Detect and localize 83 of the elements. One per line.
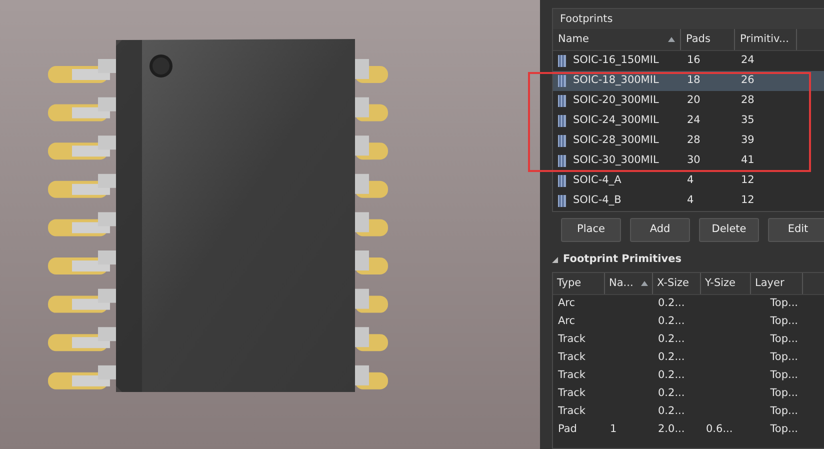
footprint-row[interactable]: SOIC-4_A 4 12 [553,171,824,191]
footprint-row[interactable]: SOIC-20_300MIL 20 28 [553,91,824,111]
table-cell: 0.2... [658,297,685,310]
primitives-count: 28 [740,93,756,108]
column-header[interactable]: X-Size [653,273,701,294]
footprint-icon [557,75,567,87]
table-cell: Track [558,351,586,364]
footprint-icon [557,115,567,127]
action-button[interactable]: Delete [699,218,759,242]
table-cell: Top... [770,387,798,400]
footprint-row[interactable]: SOIC-18_300MIL 18 26 [553,71,824,91]
table-cell: 0.2... [658,351,685,364]
table-cell: Top... [770,369,798,382]
footprint-icon [557,155,567,167]
footprint-name: SOIC-4_A [573,173,622,188]
section-title: Footprint Primitives [563,252,682,268]
table-cell: Arc [558,315,576,328]
pads-count: 20 [686,93,702,108]
footprint-name: SOIC-16_150MIL [573,53,659,68]
footprint-row[interactable]: SOIC-16_150MIL 16 24 [553,51,824,71]
pads-count: 28 [686,133,702,148]
table-cell: Top... [770,351,798,364]
footprint-icon [557,55,567,67]
table-cell: Track [558,333,586,346]
primitives-count: 26 [740,73,756,88]
primitives-count: 12 [740,193,756,208]
table-cell: Track [558,405,586,418]
table-cell: 2.0... [658,423,685,436]
column-header[interactable]: Primitiv... [735,29,797,50]
action-button[interactable]: Edit [768,218,824,242]
table-cell: 0.2... [658,333,685,346]
footprint-row[interactable]: SOIC-24_300MIL 24 35 [553,111,824,131]
table-cell: Track [558,369,586,382]
column-header[interactable]: Na... [605,273,653,294]
primitives-count: 41 [740,153,756,168]
footprint-row[interactable]: SOIC-4_B 4 12 [553,191,824,211]
column-header[interactable]: Y-Size [701,273,751,294]
pads-count: 4 [686,173,695,188]
footprint-row[interactable]: SOIC-28_300MIL 28 39 [553,131,824,151]
footprint-name: SOIC-24_300MIL [573,113,659,128]
primitives-count: 12 [740,173,756,188]
table-cell: Top... [770,423,798,436]
table-cell: 0.2... [658,405,685,418]
table-cell: Top... [770,315,798,328]
table-cell: 1 [610,423,617,436]
pads-count: 30 [686,153,702,168]
footprint-name: SOIC-4_B [573,193,622,208]
table-cell: Track [558,387,586,400]
sort-ascending-icon [641,281,648,286]
footprint-name: SOIC-20_300MIL [573,93,659,108]
table-cell: Arc [558,297,576,310]
primitives-count: 35 [740,113,756,128]
footprint-name: SOIC-30_300MIL [573,153,659,168]
collapse-triangle-icon[interactable] [552,257,558,263]
table-cell: 0.2... [658,315,685,328]
footprint-row[interactable]: SOIC-30_300MIL 30 41 [553,151,824,171]
column-header[interactable]: Name [553,29,681,50]
action-button[interactable]: Add [630,218,690,242]
pads-count: 16 [686,53,702,68]
table-cell: Top... [770,297,798,310]
action-button[interactable]: Place [561,218,621,242]
column-header[interactable]: Type [553,273,605,294]
primitives-count: 24 [740,53,756,68]
table-cell: Pad [558,423,577,436]
footprint-name: SOIC-18_300MIL [573,73,659,88]
column-header[interactable]: Layer [751,273,803,294]
pads-count: 18 [686,73,702,88]
column-header[interactable]: Pads [681,29,735,50]
footprint-icon [557,135,567,147]
table-cell: 0.2... [658,387,685,400]
footprint-name: SOIC-28_300MIL [573,133,659,148]
sort-ascending-icon [668,37,675,42]
footprint-icon [557,95,567,107]
pads-count: 24 [686,113,702,128]
table-cell: 0.2... [658,369,685,382]
table-cell: 0.6... [706,423,733,436]
pads-count: 4 [686,193,695,208]
table-cell: Top... [770,405,798,418]
footprint-icon [557,195,567,207]
footprint-icon [557,175,567,187]
table-cell: Top... [770,333,798,346]
group-title: Footprints [553,9,824,29]
primitives-count: 39 [740,133,756,148]
